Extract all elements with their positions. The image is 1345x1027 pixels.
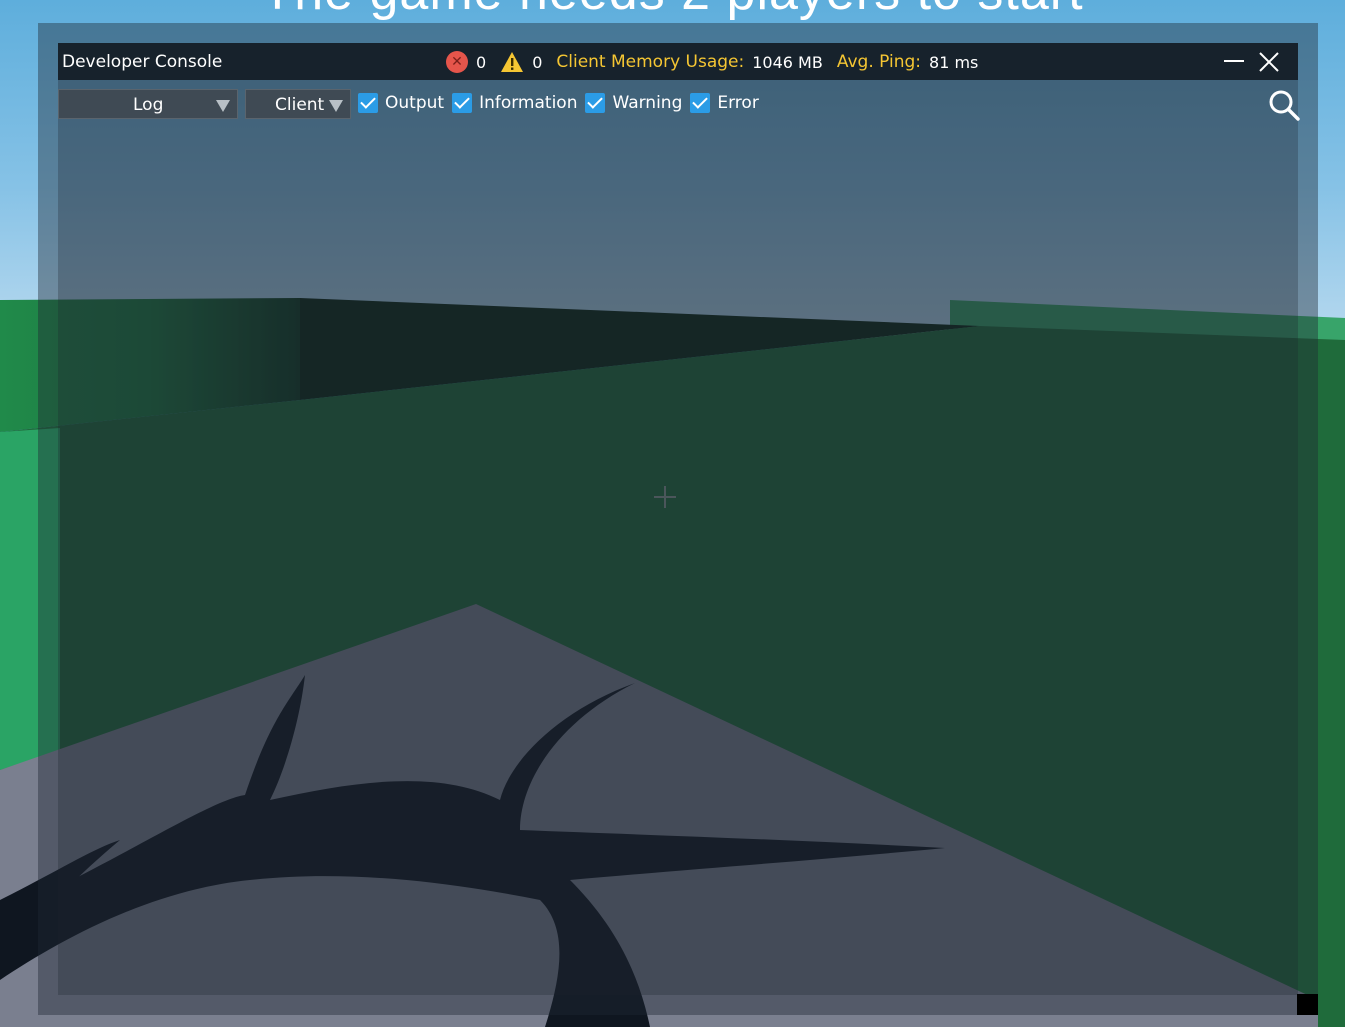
console-toolbar: Log Client Output Information Warning Er… <box>58 89 1300 121</box>
view-dropdown[interactable]: Log <box>58 89 238 119</box>
warning-checkbox[interactable] <box>585 93 606 113</box>
warning-count: 0 <box>532 52 543 72</box>
warning-triangle-icon[interactable] <box>500 51 524 73</box>
filter-output[interactable]: Output <box>358 93 444 113</box>
search-icon[interactable] <box>1268 89 1300 121</box>
filter-label: Information <box>479 93 578 113</box>
filter-label: Error <box>717 93 759 113</box>
filter-error[interactable]: Error <box>690 93 759 113</box>
console-log-area[interactable] <box>58 43 1298 995</box>
error-circle-icon[interactable]: ✕ <box>446 51 468 73</box>
source-dropdown[interactable]: Client <box>245 89 351 119</box>
minimize-icon[interactable] <box>1221 49 1247 75</box>
view-dropdown-label: Log <box>133 95 164 115</box>
game-banner: The game needs 2 players to start <box>0 0 1345 22</box>
log-filters: Output Information Warning Error <box>358 93 767 113</box>
console-titlebar[interactable]: Developer Console ✕ 0 0 Client Memory Us… <box>58 43 1298 80</box>
filter-label: Warning <box>612 93 683 113</box>
filter-label: Output <box>385 93 445 113</box>
ping-label: Avg. Ping: <box>836 52 922 72</box>
filter-warning[interactable]: Warning <box>585 93 682 113</box>
memory-label: Client Memory Usage: <box>556 52 745 72</box>
memory-value: 1046 MB <box>752 52 823 72</box>
error-checkbox[interactable] <box>690 93 711 113</box>
ping-value: 81 ms <box>929 52 979 72</box>
chevron-down-icon <box>216 100 230 112</box>
information-checkbox[interactable] <box>452 93 473 113</box>
close-icon[interactable] <box>1256 49 1282 75</box>
console-resize-handle[interactable] <box>1297 994 1318 1015</box>
console-stats: ✕ 0 0 Client Memory Usage: 1046 MB Avg. … <box>446 50 992 74</box>
developer-console: Developer Console ✕ 0 0 Client Memory Us… <box>38 23 1318 1015</box>
error-count: 0 <box>476 52 487 72</box>
chevron-down-icon <box>329 100 343 112</box>
source-dropdown-label: Client <box>275 95 325 115</box>
output-checkbox[interactable] <box>358 93 378 113</box>
console-title: Developer Console <box>62 52 223 72</box>
filter-information[interactable]: Information <box>452 93 577 113</box>
